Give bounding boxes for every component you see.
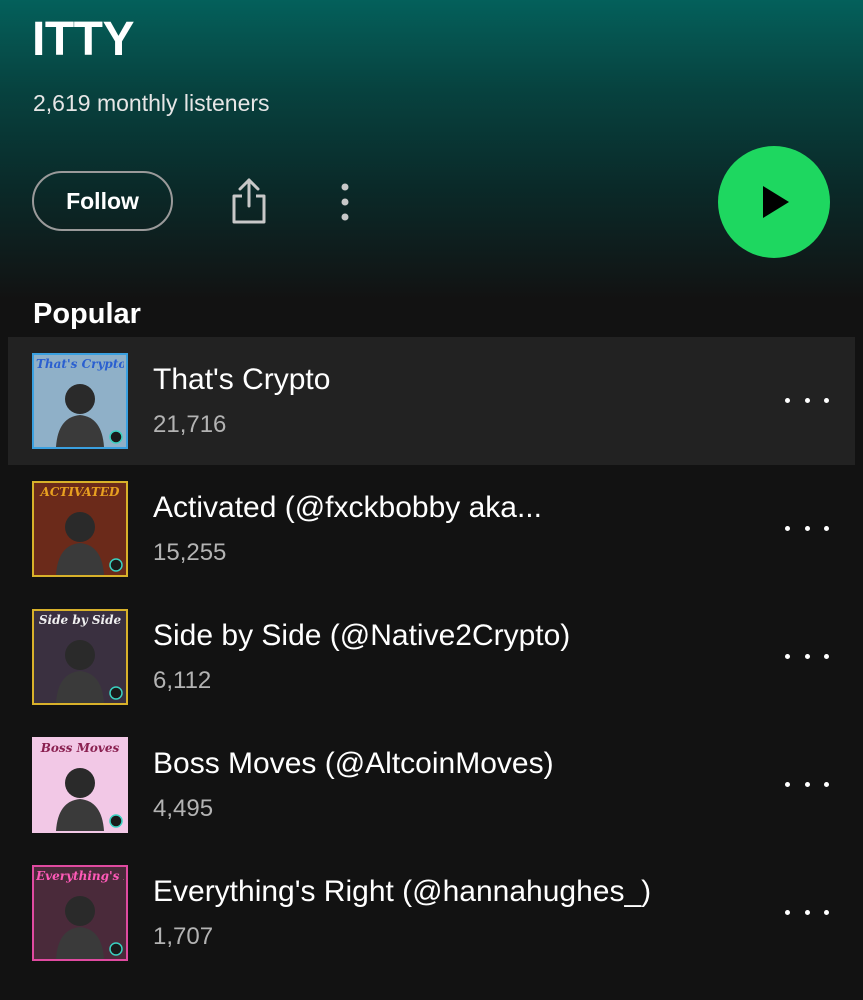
more-horizontal-icon-dot	[785, 397, 790, 403]
more-options-button[interactable]	[330, 178, 360, 226]
track-title: Activated (@fxckbobby aka...	[153, 491, 542, 524]
more-horizontal-icon-dot	[804, 525, 810, 531]
track-more-options-button[interactable]	[785, 899, 829, 925]
follow-button[interactable]: Follow	[32, 171, 173, 231]
play-icon	[763, 186, 789, 218]
more-horizontal-icon-dot	[824, 397, 829, 403]
track-title: That's Crypto	[153, 363, 331, 396]
cover-text: Side by Side	[38, 613, 122, 627]
track-more-options-button[interactable]	[785, 771, 829, 797]
track-title: Everything's Right (@hannahughes_)	[153, 875, 652, 908]
more-horizontal-icon-dot	[785, 781, 790, 787]
artist-page: ITTY 2,619 monthly listeners Follow Popu…	[0, 0, 863, 1000]
track-row[interactable]: Everything's Right Everything's Right (@h…	[8, 849, 855, 977]
track-play-count: 4,495	[153, 795, 214, 822]
monthly-listeners: 2,619 monthly listeners	[33, 90, 270, 116]
cover-text: Everything's Right	[36, 869, 124, 883]
more-horizontal-icon-dot	[824, 525, 829, 531]
track-row[interactable]: Side by Side Side by Side (@Native2Crypto…	[8, 593, 855, 721]
share-icon	[232, 178, 266, 224]
more-horizontal-icon-dot	[785, 909, 790, 915]
share-button[interactable]	[224, 176, 274, 226]
track-more-options-button[interactable]	[785, 515, 829, 541]
track-row[interactable]: That's Crypto That's Crypto 21,716	[8, 337, 855, 465]
popular-section-title: Popular	[33, 298, 141, 330]
artist-name: ITTY	[32, 13, 135, 66]
track-cover-art: ACTIVATED	[32, 481, 128, 577]
track-title: Boss Moves (@AltcoinMoves)	[153, 747, 554, 780]
track-cover-art: Everything's Right	[32, 865, 128, 961]
track-title: Side by Side (@Native2Crypto)	[153, 619, 571, 652]
more-horizontal-icon-dot	[804, 909, 810, 915]
track-play-count: 15,255	[153, 539, 227, 566]
more-horizontal-icon-dot	[804, 397, 810, 403]
more-horizontal-icon-dot	[824, 909, 829, 915]
track-row[interactable]: ACTIVATED Activated (@fxckbobby aka... 15,…	[8, 465, 855, 593]
more-horizontal-icon-dot	[804, 781, 810, 787]
track-play-count: 1,707	[153, 923, 214, 950]
track-cover-art: Side by Side	[32, 609, 128, 705]
more-horizontal-icon-dot	[804, 653, 810, 659]
popular-track-list: That's Crypto That's Crypto 21,716 ACTIVATE…	[8, 337, 855, 977]
more-horizontal-icon-dot	[824, 653, 829, 659]
track-more-options-button[interactable]	[785, 387, 829, 413]
track-play-count: 6,112	[153, 667, 212, 694]
cover-text: Boss Moves	[40, 741, 120, 755]
more-horizontal-icon-dot	[785, 525, 790, 531]
more-horizontal-icon-dot	[785, 653, 790, 659]
track-more-options-button[interactable]	[785, 643, 829, 669]
track-row[interactable]: Boss Moves Boss Moves (@AltcoinMoves) 4,49…	[8, 721, 855, 849]
cover-text: ACTIVATED	[40, 485, 120, 499]
more-vertical-icon	[341, 183, 349, 221]
track-play-count: 21,716	[153, 411, 227, 438]
track-cover-art: Boss Moves	[32, 737, 128, 833]
track-cover-art: That's Crypto	[32, 353, 128, 449]
play-button[interactable]	[718, 146, 830, 258]
cover-text: That's Crypto	[36, 357, 124, 371]
more-horizontal-icon-dot	[824, 781, 829, 787]
